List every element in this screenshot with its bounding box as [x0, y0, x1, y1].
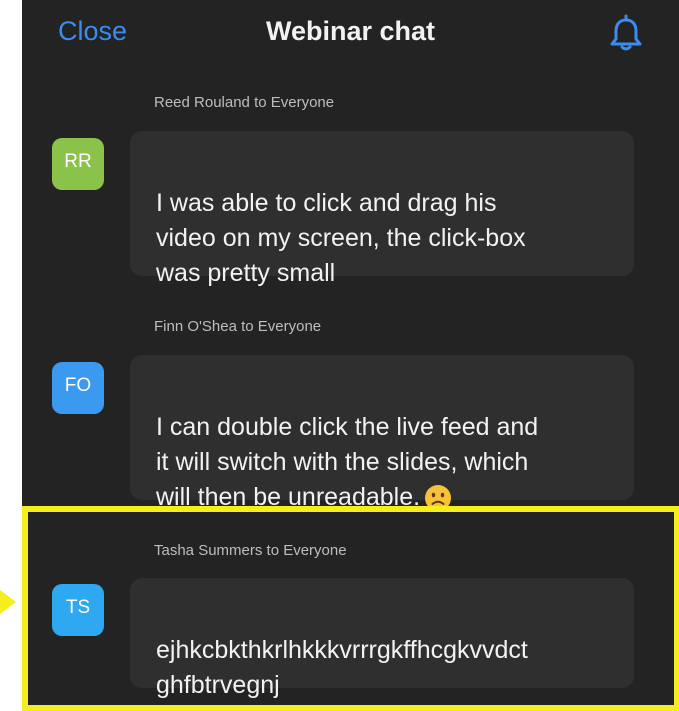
message-bubble: I can double click the live feed and it … [130, 355, 634, 512]
message-sender: Finn O'Shea to Everyone [154, 318, 322, 335]
webinar-chat-panel: Close Webinar chat Reed Rouland to Every… [22, 0, 679, 711]
chat-header: Close Webinar chat [22, 0, 679, 68]
message-sender: Tasha Summers to Everyone [154, 542, 347, 559]
callout-arrow [0, 590, 16, 614]
slightly-frowning-face-icon [425, 485, 452, 512]
avatar: RR [52, 138, 104, 190]
bell-icon[interactable] [606, 14, 646, 54]
message-bubble: I was able to click and drag his video o… [130, 131, 634, 287]
message-sender: Reed Rouland to Everyone [154, 94, 335, 111]
message-text: I was able to click and drag his video o… [156, 189, 526, 287]
page-title: Webinar chat [265, 16, 436, 46]
message-bubble: ejhkcbkthkrlhkkkvrrrgkffhcgkvvdct ghfbtr… [130, 578, 634, 699]
message-text: ejhkcbkthkrlhkkkvrrrgkffhcgkvvdct ghfbtr… [156, 636, 528, 699]
avatar: FO [52, 362, 104, 414]
message-text: I can double click the live feed and it … [156, 413, 539, 511]
avatar: TS [52, 584, 104, 636]
